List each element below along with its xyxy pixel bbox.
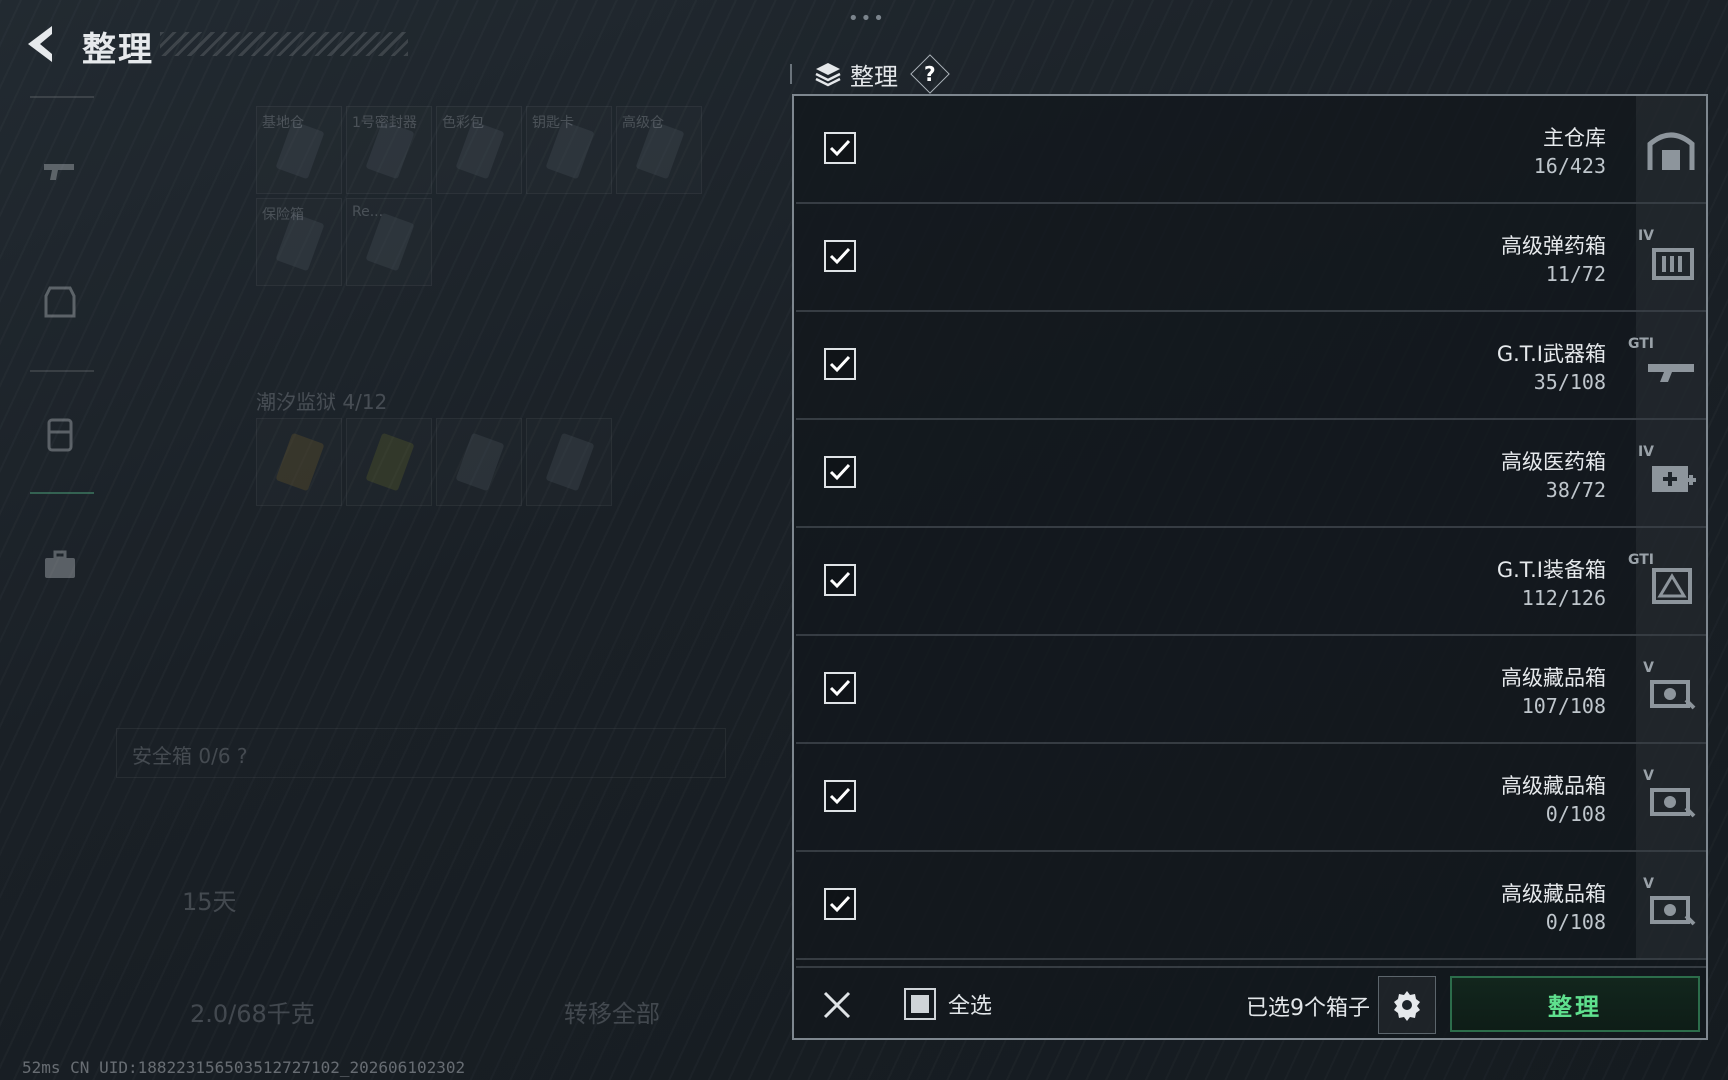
background-inventory-2 bbox=[256, 418, 716, 508]
bg-item-label: 1号密封器 bbox=[352, 115, 417, 131]
bg-item-label: 高级仓 bbox=[622, 115, 664, 131]
check-icon bbox=[829, 787, 851, 805]
status-bar: 52ms CN UID:188223156503512727102_202606… bbox=[22, 1058, 466, 1077]
gun-icon[interactable] bbox=[40, 150, 80, 190]
page-title: 整理 bbox=[82, 30, 154, 70]
container-row[interactable]: G.T.I武器箱 35/108 GTI bbox=[796, 312, 1706, 420]
background-inventory bbox=[256, 106, 716, 286]
check-icon bbox=[829, 463, 851, 481]
settings-button[interactable] bbox=[1378, 976, 1436, 1034]
bg-item-label: 保险箱 bbox=[262, 207, 304, 223]
partial-fill bbox=[911, 995, 929, 1013]
warehouse-icon bbox=[1647, 132, 1695, 170]
select-all-toggle[interactable]: 全选 bbox=[904, 988, 992, 1020]
container-name: G.T.I装备箱 bbox=[1496, 558, 1606, 582]
briefcase-icon[interactable] bbox=[40, 546, 80, 586]
row-checkbox[interactable] bbox=[824, 348, 856, 380]
bg-safe-box: 安全箱 0/6 ? bbox=[132, 744, 248, 768]
check-icon bbox=[829, 895, 851, 913]
panel-header: 整理 ? bbox=[790, 54, 950, 94]
bg-timer: 15天 bbox=[182, 888, 237, 916]
title-decoration bbox=[160, 32, 408, 56]
header-bar bbox=[790, 64, 792, 84]
back-button[interactable] bbox=[20, 22, 60, 66]
container-row[interactable]: G.T.I装备箱 112/126 GTI bbox=[796, 528, 1706, 636]
row-checkbox[interactable] bbox=[824, 132, 856, 164]
container-name: 高级藏品箱 bbox=[1501, 882, 1606, 906]
backpack-icon[interactable] bbox=[40, 414, 80, 454]
panel-footer: 全选 已选9个箱子 整理 bbox=[796, 966, 1706, 1040]
container-row[interactable]: 高级藏品箱 0/108 V bbox=[796, 744, 1706, 852]
row-checkbox[interactable] bbox=[824, 564, 856, 596]
container-name: G.T.I武器箱 bbox=[1496, 342, 1606, 366]
collectible-box-icon bbox=[1650, 680, 1696, 710]
check-icon bbox=[829, 571, 851, 589]
gear-icon bbox=[1394, 991, 1420, 1021]
collectible-box-icon bbox=[1650, 788, 1696, 818]
check-icon bbox=[829, 247, 851, 265]
container-count: 112/126 bbox=[1521, 586, 1606, 610]
layers-icon bbox=[815, 63, 841, 87]
selected-count-text: 已选9个箱子 bbox=[1246, 996, 1370, 1021]
weapon-case-icon bbox=[1648, 364, 1694, 382]
bg-item-label: Re... bbox=[352, 204, 384, 220]
check-icon bbox=[829, 139, 851, 157]
container-count: 35/108 bbox=[1533, 370, 1606, 394]
close-icon[interactable] bbox=[820, 988, 854, 1022]
select-all-label: 全选 bbox=[948, 994, 993, 1019]
bg-item-label: 钥匙卡 bbox=[532, 115, 574, 131]
container-row[interactable]: 主仓库 16/423 bbox=[796, 96, 1706, 204]
container-count: 107/108 bbox=[1521, 694, 1606, 718]
organize-button[interactable]: 整理 bbox=[1450, 976, 1700, 1032]
container-row[interactable]: 高级藏品箱 107/108 V bbox=[796, 636, 1706, 744]
organize-panel: 主仓库 16/423 高级弹药箱 11/72 IV G.T.I武器箱 35/10… bbox=[792, 94, 1708, 1040]
container-count: 0/108 bbox=[1545, 802, 1606, 826]
check-icon bbox=[829, 679, 851, 697]
container-row[interactable]: 高级弹药箱 11/72 IV bbox=[796, 204, 1706, 312]
row-checkbox[interactable] bbox=[824, 888, 856, 920]
row-checkbox[interactable] bbox=[824, 780, 856, 812]
more-icon[interactable]: ••• bbox=[848, 8, 886, 29]
container-name: 高级弹药箱 bbox=[1501, 234, 1606, 258]
armor-icon[interactable] bbox=[40, 282, 80, 322]
bg-section-label: 潮汐监狱 4/12 bbox=[256, 390, 388, 414]
bg-capacity: 2.0/68千克 bbox=[190, 1000, 315, 1028]
help-button[interactable]: ? bbox=[910, 54, 950, 94]
row-checkbox[interactable] bbox=[824, 672, 856, 704]
container-name: 高级医药箱 bbox=[1501, 450, 1606, 474]
container-count: 0/108 bbox=[1545, 910, 1606, 934]
container-count: 16/423 bbox=[1533, 154, 1606, 178]
row-checkbox[interactable] bbox=[824, 456, 856, 488]
bg-item-label: 色彩包 bbox=[442, 115, 484, 131]
collectible-box-icon bbox=[1650, 896, 1696, 926]
bg-item-label: 基地仓 bbox=[262, 115, 304, 131]
container-row[interactable]: 高级医药箱 38/72 IV bbox=[796, 420, 1706, 528]
rail-divider-active bbox=[30, 492, 94, 494]
rail-divider bbox=[30, 96, 94, 98]
container-name: 主仓库 bbox=[1543, 126, 1606, 150]
ammo-box-icon bbox=[1652, 248, 1694, 280]
row-checkbox[interactable] bbox=[824, 240, 856, 272]
container-count: 11/72 bbox=[1545, 262, 1606, 286]
medical-box-icon bbox=[1652, 466, 1696, 492]
help-icon: ? bbox=[924, 61, 936, 86]
container-row[interactable]: 高级藏品箱 0/108 V bbox=[796, 852, 1706, 960]
container-name: 高级藏品箱 bbox=[1501, 666, 1606, 690]
check-icon bbox=[829, 355, 851, 373]
container-count: 38/72 bbox=[1545, 478, 1606, 502]
rail-divider bbox=[30, 370, 94, 372]
select-all-checkbox[interactable] bbox=[904, 988, 936, 1020]
panel-title: 整理 bbox=[850, 62, 898, 91]
container-name: 高级藏品箱 bbox=[1501, 774, 1606, 798]
bg-transfer-all: 转移全部 bbox=[564, 1000, 660, 1028]
gear-case-icon bbox=[1652, 568, 1692, 604]
